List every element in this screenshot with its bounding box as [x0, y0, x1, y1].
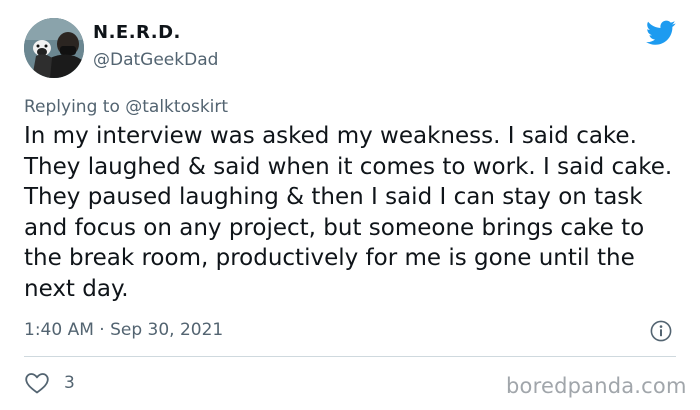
- display-name[interactable]: N.E.R.D.: [93, 22, 181, 43]
- avatar[interactable]: [24, 18, 84, 78]
- like-button[interactable]: 3: [24, 370, 75, 396]
- reply-handle-link[interactable]: @talktoskirt: [125, 97, 228, 117]
- twitter-bird-icon[interactable]: [646, 20, 676, 46]
- info-icon[interactable]: [650, 320, 672, 342]
- watermark: boredpanda.com: [506, 374, 687, 398]
- like-count: 3: [64, 373, 75, 393]
- divider: [24, 356, 676, 357]
- replying-to-prefix: Replying to: [24, 97, 120, 117]
- replying-to: Replying to @talktoskirt: [24, 97, 228, 117]
- avatar-photo: [24, 18, 84, 78]
- heart-icon: [25, 373, 49, 394]
- tweet-text: In my interview was asked my weakness. I…: [24, 123, 673, 302]
- tweet-timestamp[interactable]: 1:40 AM · Sep 30, 2021: [24, 320, 223, 340]
- user-handle[interactable]: @DatGeekDad: [93, 50, 218, 70]
